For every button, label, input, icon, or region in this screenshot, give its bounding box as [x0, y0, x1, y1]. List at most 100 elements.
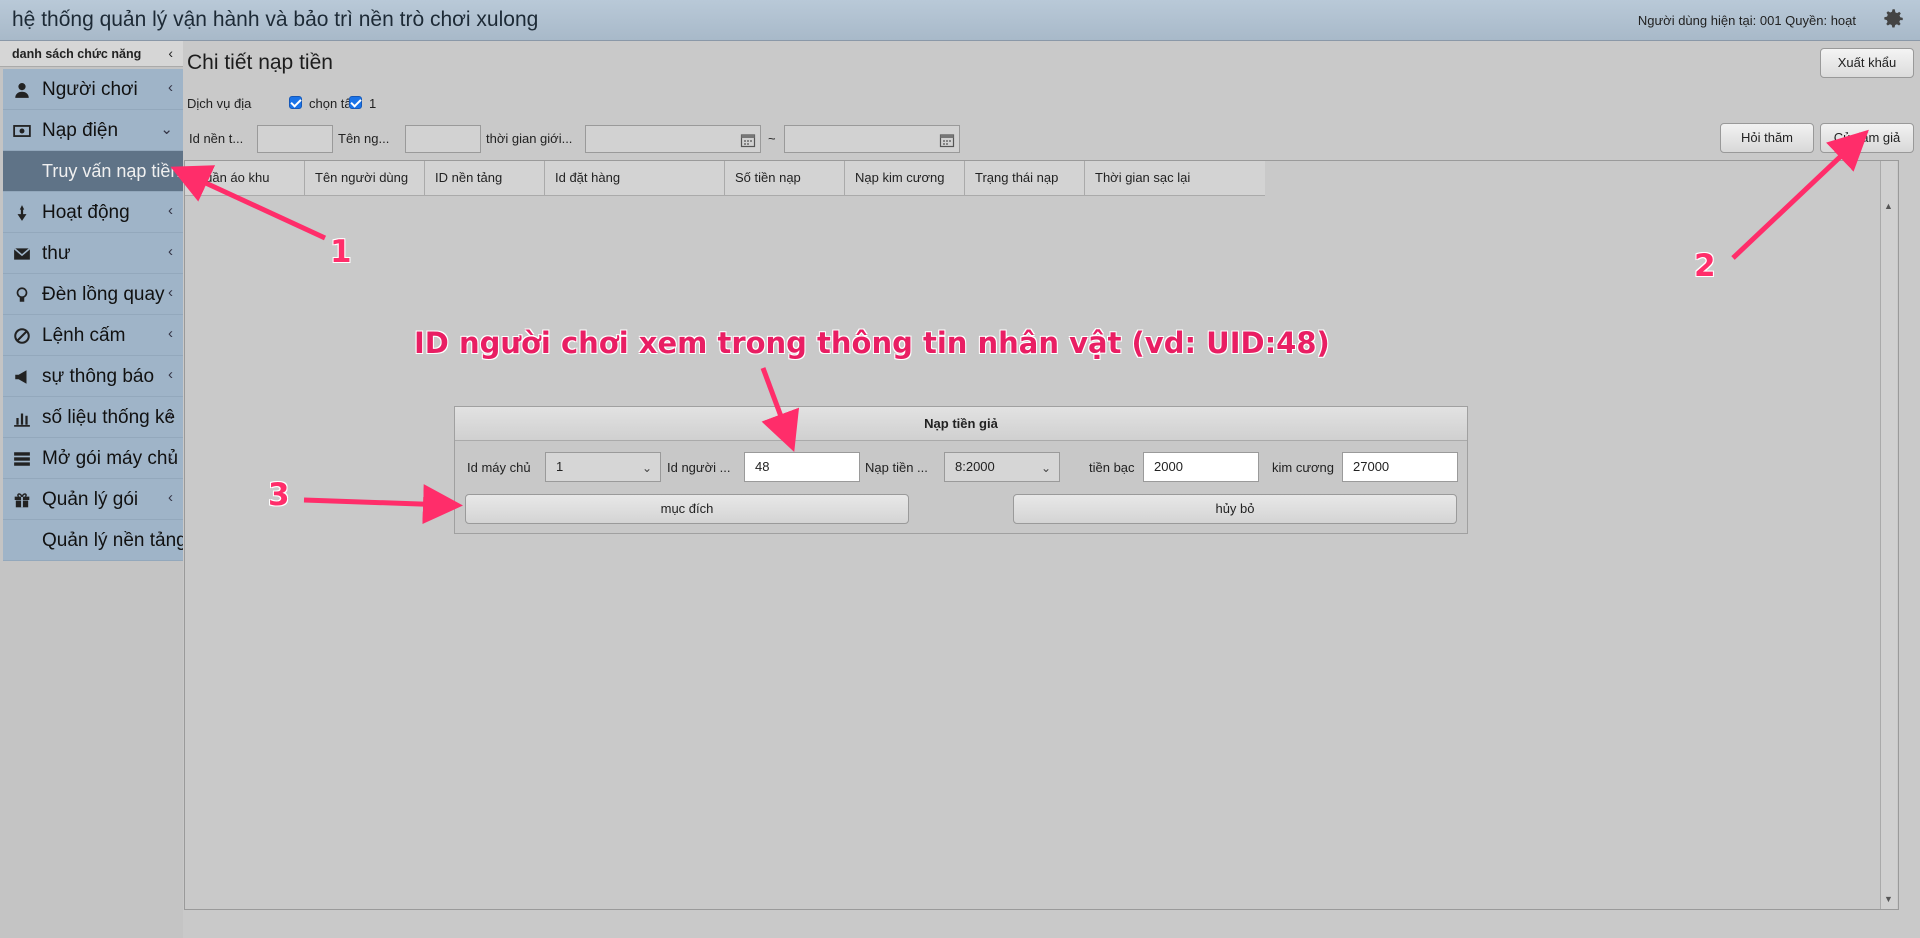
chevron-left-icon: ‹: [168, 284, 173, 301]
server-id-label: Id máy chủ: [467, 460, 531, 475]
server-icon: [14, 452, 30, 466]
sidebar-item-label: thư: [42, 243, 71, 264]
recharge-package-select[interactable]: 8:2000 ⌄: [944, 452, 1060, 482]
confirm-button[interactable]: mục đích: [465, 494, 909, 524]
sidebar-item-activity[interactable]: Hoạt động ‹: [3, 192, 183, 233]
sidebar-item-ban[interactable]: Lệnh cấm ‹: [3, 315, 183, 356]
chevron-down-icon: ⌄: [160, 121, 173, 138]
annotation-number-3: 3: [268, 477, 290, 513]
export-button[interactable]: Xuất khẩu: [1820, 48, 1914, 78]
sidebar-item-lantern[interactable]: Đèn lồng quay ‹: [3, 274, 183, 315]
username-label: Tên ng...: [338, 131, 390, 146]
time-label: thời gian giới...: [486, 131, 573, 146]
player-id-label: Id người ...: [667, 460, 731, 475]
sidebar-item-label: Đèn lồng quay: [42, 284, 165, 305]
diamond-value: 27000: [1353, 459, 1390, 474]
annotation-number-1: 1: [330, 234, 352, 270]
select-all-checkbox[interactable]: [289, 96, 302, 109]
gear-icon[interactable]: [1880, 6, 1906, 32]
annotation-number-2: 2: [1694, 248, 1716, 284]
activity-icon: [17, 205, 27, 221]
silver-label: tiền bạc: [1089, 460, 1135, 475]
sidebar-item-statistics[interactable]: số liệu thống kê ‹: [3, 397, 183, 438]
recharge-package-label: Nạp tiền ...: [865, 460, 928, 475]
platform-id-input[interactable]: [257, 125, 333, 153]
server-id-select[interactable]: 1 ⌄: [545, 452, 661, 482]
filter-row: Id nền t... Tên ng... thời gian giới... …: [183, 123, 1920, 153]
sidebar-item-label: Quản lý nền tảng: [42, 530, 183, 551]
sidebar-item-notice[interactable]: sự thông báo ‹: [3, 356, 183, 397]
column-header[interactable]: Thời gian sạc lại: [1085, 161, 1265, 196]
megaphone-icon: [15, 370, 27, 384]
column-header[interactable]: ID nền tảng: [425, 161, 545, 196]
sidebar: danh sách chức năng ‹ Người chơi ‹ Nạp đ…: [0, 41, 183, 938]
money-icon: [13, 125, 31, 137]
recharge-package-value: 8:2000: [955, 459, 995, 474]
silver-input[interactable]: 2000: [1143, 452, 1259, 482]
collapse-chevron-icon[interactable]: ‹: [168, 45, 173, 61]
vertical-scrollbar[interactable]: ▲ ▼: [1880, 161, 1897, 909]
scroll-down-icon[interactable]: ▼: [1884, 894, 1893, 904]
mail-icon: [13, 247, 31, 260]
fake-recharge-button[interactable]: Củ đấm giả: [1820, 123, 1914, 153]
query-button[interactable]: Hỏi thăm: [1720, 123, 1814, 153]
top-bar: hệ thống quản lý vận hành và bảo trì nền…: [0, 0, 1920, 41]
cancel-button[interactable]: hủy bỏ: [1013, 494, 1457, 524]
column-header[interactable]: Id đặt hàng: [545, 161, 725, 196]
column-header[interactable]: Quần áo khu: [185, 161, 305, 196]
sidebar-item-label: Người chơi: [42, 79, 138, 100]
username-input[interactable]: [405, 125, 481, 153]
start-date-input[interactable]: [585, 125, 761, 153]
chevron-left-icon: ‹: [168, 448, 173, 465]
sidebar-item-open-server[interactable]: Mở gói máy chủ ‹: [3, 438, 183, 479]
recharge-table: Quần áo khu Tên người dùng ID nền tảng I…: [184, 160, 1899, 910]
diamond-label: kim cương: [1272, 460, 1335, 475]
sidebar-menu: Người chơi ‹ Nạp điện ⌄ Truy vấn nạp tiề…: [3, 69, 183, 561]
column-header[interactable]: Trạng thái nạp: [965, 161, 1085, 196]
select-all-label: chọn tấ: [309, 96, 352, 111]
calendar-icon[interactable]: [740, 132, 756, 148]
diamond-input[interactable]: 27000: [1342, 452, 1458, 482]
lightbulb-icon: [16, 287, 28, 302]
chevron-left-icon: ‹: [168, 366, 173, 383]
sidebar-item-label: số liệu thống kê: [42, 407, 176, 428]
sidebar-item-label: Truy vấn nạp tiền: [42, 161, 181, 181]
column-header[interactable]: Số tiền nạp: [725, 161, 845, 196]
sidebar-item-platform[interactable]: Quản lý nền tảng: [3, 520, 183, 561]
end-date-input[interactable]: [784, 125, 960, 153]
app-title: hệ thống quản lý vận hành và bảo trì nền…: [12, 8, 539, 31]
sidebar-item-players[interactable]: Người chơi ‹: [3, 69, 183, 110]
sidebar-item-recharge-query[interactable]: Truy vấn nạp tiền: [3, 151, 183, 192]
sidebar-item-recharge[interactable]: Nạp điện ⌄: [3, 110, 183, 151]
sidebar-title: danh sách chức năng: [12, 47, 142, 61]
dialog-title: Nạp tiền giả: [455, 407, 1467, 441]
chevron-left-icon: ‹: [168, 79, 173, 96]
chevron-left-icon: ‹: [168, 325, 173, 342]
scroll-up-icon[interactable]: ▲: [1884, 201, 1893, 211]
fake-recharge-dialog: Nạp tiền giả Id máy chủ 1 ⌄ Id người ...…: [454, 406, 1468, 534]
sidebar-item-mail[interactable]: thư ‹: [3, 233, 183, 274]
player-id-value: 48: [755, 459, 770, 474]
chevron-left-icon: ‹: [168, 407, 173, 424]
sidebar-header: danh sách chức năng ‹: [0, 41, 183, 67]
sidebar-item-label: Mở gói máy chủ: [42, 448, 179, 469]
sidebar-item-label: Nạp điện: [42, 120, 119, 141]
calendar-icon[interactable]: [939, 132, 955, 148]
platform-id-label: Id nền t...: [189, 131, 244, 146]
sidebar-item-label: sự thông báo: [42, 366, 155, 387]
gift-icon: [14, 493, 30, 508]
date-range-separator: ~: [768, 131, 776, 146]
service-label: Dịch vụ địa: [187, 96, 252, 111]
server-1-checkbox[interactable]: [349, 96, 362, 109]
current-user-info: Người dùng hiện tại: 001 Quyền: hoạt: [1637, 13, 1856, 28]
chevron-left-icon: ‹: [168, 489, 173, 506]
column-header[interactable]: Nạp kim cương: [845, 161, 965, 196]
column-header[interactable]: Tên người dùng: [305, 161, 425, 196]
chevron-down-icon: ⌄: [1040, 461, 1051, 475]
server-1-label: 1: [369, 96, 377, 111]
table-header: Quần áo khu Tên người dùng ID nền tảng I…: [185, 161, 1265, 196]
player-id-input[interactable]: 48: [744, 452, 860, 482]
sidebar-item-label: Quản lý gói: [42, 489, 139, 510]
page-title: Chi tiết nạp tiền: [187, 51, 333, 74]
sidebar-item-package[interactable]: Quản lý gói ‹: [3, 479, 183, 520]
